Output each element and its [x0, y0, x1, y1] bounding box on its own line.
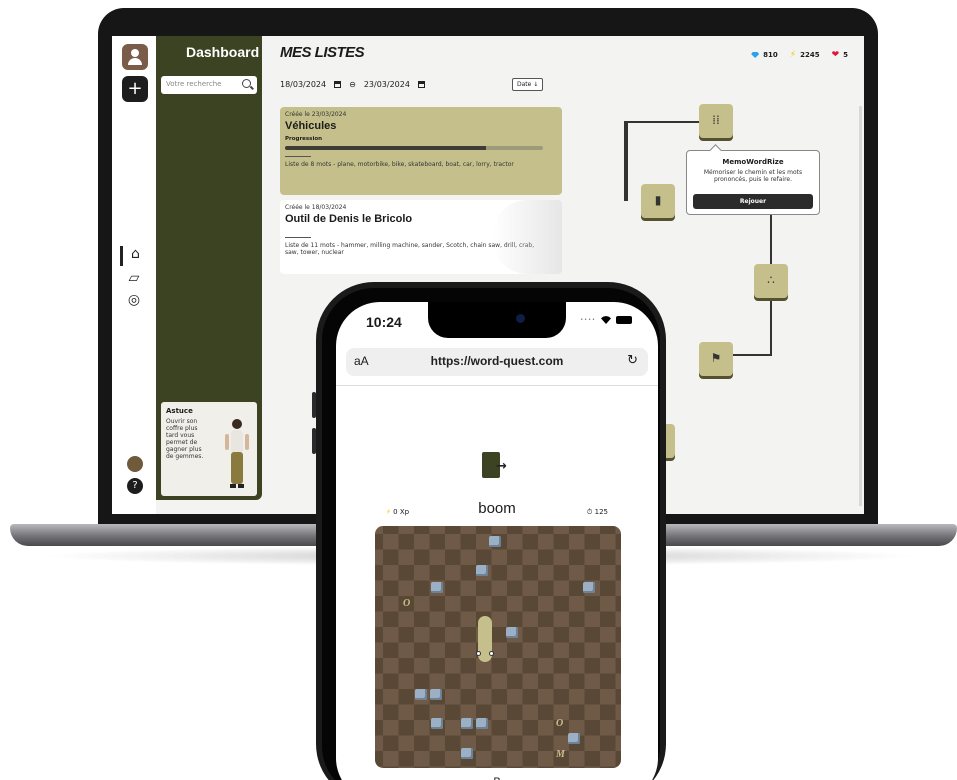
- icon-rail: + ⌂ ▱ ◎ ?: [112, 36, 156, 514]
- map-path: [624, 121, 628, 201]
- phone-screen: 10:24 •••• aA https://word-quest.com ↻ →…: [336, 302, 658, 780]
- sort-select[interactable]: Date ↓: [512, 78, 544, 91]
- divider: [285, 156, 311, 157]
- stone: [476, 718, 488, 729]
- stone: [461, 748, 473, 759]
- stone: [431, 718, 443, 729]
- game-popup: MemoWordRize Mémoriser le chemin et les …: [686, 150, 820, 215]
- list-name: Véhicules: [285, 120, 337, 132]
- xp-stat: ⚡ 2245: [789, 50, 820, 60]
- add-list-button[interactable]: +: [122, 76, 148, 102]
- stone: [415, 689, 427, 700]
- exit-icon[interactable]: →: [482, 452, 512, 480]
- letter-tile: O: [556, 718, 564, 729]
- user-avatar-icon[interactable]: [122, 44, 148, 70]
- eye-icon: [476, 651, 481, 656]
- target-word: boom: [478, 500, 516, 517]
- stone: [568, 733, 580, 744]
- phone-frame: 10:24 •••• aA https://word-quest.com ↻ →…: [316, 282, 666, 780]
- dashboard-panel: Dashboard Votre recherche Astuce Ouvrir …: [156, 36, 262, 500]
- reload-icon[interactable]: ↻: [627, 353, 638, 368]
- map-node-path-icon[interactable]: ⁞⁞: [699, 104, 733, 138]
- lists-icon[interactable]: ▱: [120, 270, 148, 290]
- battery-icon: [616, 316, 632, 324]
- scrollbar[interactable]: [859, 106, 862, 506]
- home-icon[interactable]: ⌂: [120, 246, 148, 266]
- person-illustration: [225, 419, 249, 488]
- stone: [431, 582, 443, 593]
- popup-title: MemoWordRize: [722, 158, 784, 166]
- stone: [430, 689, 442, 700]
- signal-icon: ••••: [580, 317, 596, 323]
- calendar-icon[interactable]: [334, 81, 342, 88]
- brain-icon[interactable]: [127, 456, 143, 472]
- progress-label: Progression: [285, 136, 323, 142]
- timer: ⏱ 125: [586, 508, 608, 516]
- list-date: Créée le 23/03/2024: [285, 111, 347, 118]
- calendar-icon[interactable]: [417, 81, 425, 88]
- stone: [583, 582, 595, 593]
- dynamic-island: [428, 302, 566, 338]
- stone: [506, 627, 518, 638]
- status-icons: ••••: [580, 316, 632, 324]
- compass-icon[interactable]: ◎: [120, 292, 148, 312]
- bolt-icon: ⚡: [789, 50, 797, 60]
- lives-stat: ❤ 5: [831, 50, 848, 60]
- stone: [476, 565, 488, 576]
- date-filter: 18/03/2024 ⊖ 23/03/2024: [280, 80, 425, 89]
- map-node-flag-icon[interactable]: ⚑: [699, 342, 733, 376]
- wifi-icon: [601, 316, 611, 324]
- popup-description: Mémoriser le chemin et les mots prononcé…: [703, 169, 803, 183]
- search-icon[interactable]: [242, 79, 251, 88]
- url-bar[interactable]: aA https://word-quest.com ↻: [346, 348, 648, 376]
- current-letter: B: [336, 776, 658, 780]
- timer-icon: ⏱: [586, 508, 593, 516]
- search-placeholder: Votre recherche: [166, 80, 222, 88]
- stone: [461, 718, 473, 729]
- date-to[interactable]: 23/03/2024: [364, 80, 410, 89]
- phone-bezel: 10:24 •••• aA https://word-quest.com ↻ →…: [322, 288, 660, 780]
- search-input[interactable]: Votre recherche: [161, 76, 257, 94]
- list-card[interactable]: Créée le 23/03/2024 Véhicules Progressio…: [280, 107, 562, 195]
- page-title: MES LISTES: [280, 44, 365, 61]
- date-from[interactable]: 18/03/2024: [280, 80, 326, 89]
- map-node-card-icon[interactable]: ▮: [641, 184, 675, 218]
- tip-card: Astuce Ouvrir son coffre plus tard vous …: [161, 402, 257, 496]
- gem-icon: [751, 52, 760, 58]
- gems-stat: 810: [751, 51, 778, 59]
- list-description: Liste de 8 mots - plane, motorbike, bike…: [285, 161, 514, 168]
- status-time: 10:24: [366, 314, 402, 330]
- game-board[interactable]: O O M: [375, 526, 621, 768]
- divider: [336, 385, 658, 386]
- letter-tile: O: [403, 598, 411, 609]
- arrow-icon: ⊖: [349, 80, 356, 89]
- map-node-dots-icon[interactable]: ∴: [754, 264, 788, 298]
- stats-bar: 810 ⚡ 2245 ❤ 5: [751, 50, 848, 60]
- replay-button[interactable]: Rejouer: [693, 194, 813, 209]
- camera-icon: [516, 314, 525, 323]
- tip-text: Ouvrir son coffre plus tard vous permet …: [166, 418, 204, 460]
- url-text[interactable]: https://word-quest.com: [346, 354, 648, 368]
- divider: [285, 237, 311, 238]
- dashboard-title: Dashboard: [186, 44, 260, 60]
- tip-title: Astuce: [166, 407, 193, 415]
- arrow-right-icon: →: [496, 459, 507, 474]
- progress-bar: [285, 146, 543, 150]
- snake-player: [476, 616, 494, 662]
- progress-fill: [285, 146, 487, 150]
- check-icon: [492, 200, 562, 274]
- heart-icon: ❤: [831, 50, 840, 60]
- letter-tile: M: [556, 749, 565, 760]
- eye-icon: [489, 651, 494, 656]
- stone: [489, 536, 501, 547]
- list-card[interactable]: Créée le 18/03/2024 Outil de Denis le Br…: [280, 200, 562, 274]
- help-icon[interactable]: ?: [127, 478, 143, 494]
